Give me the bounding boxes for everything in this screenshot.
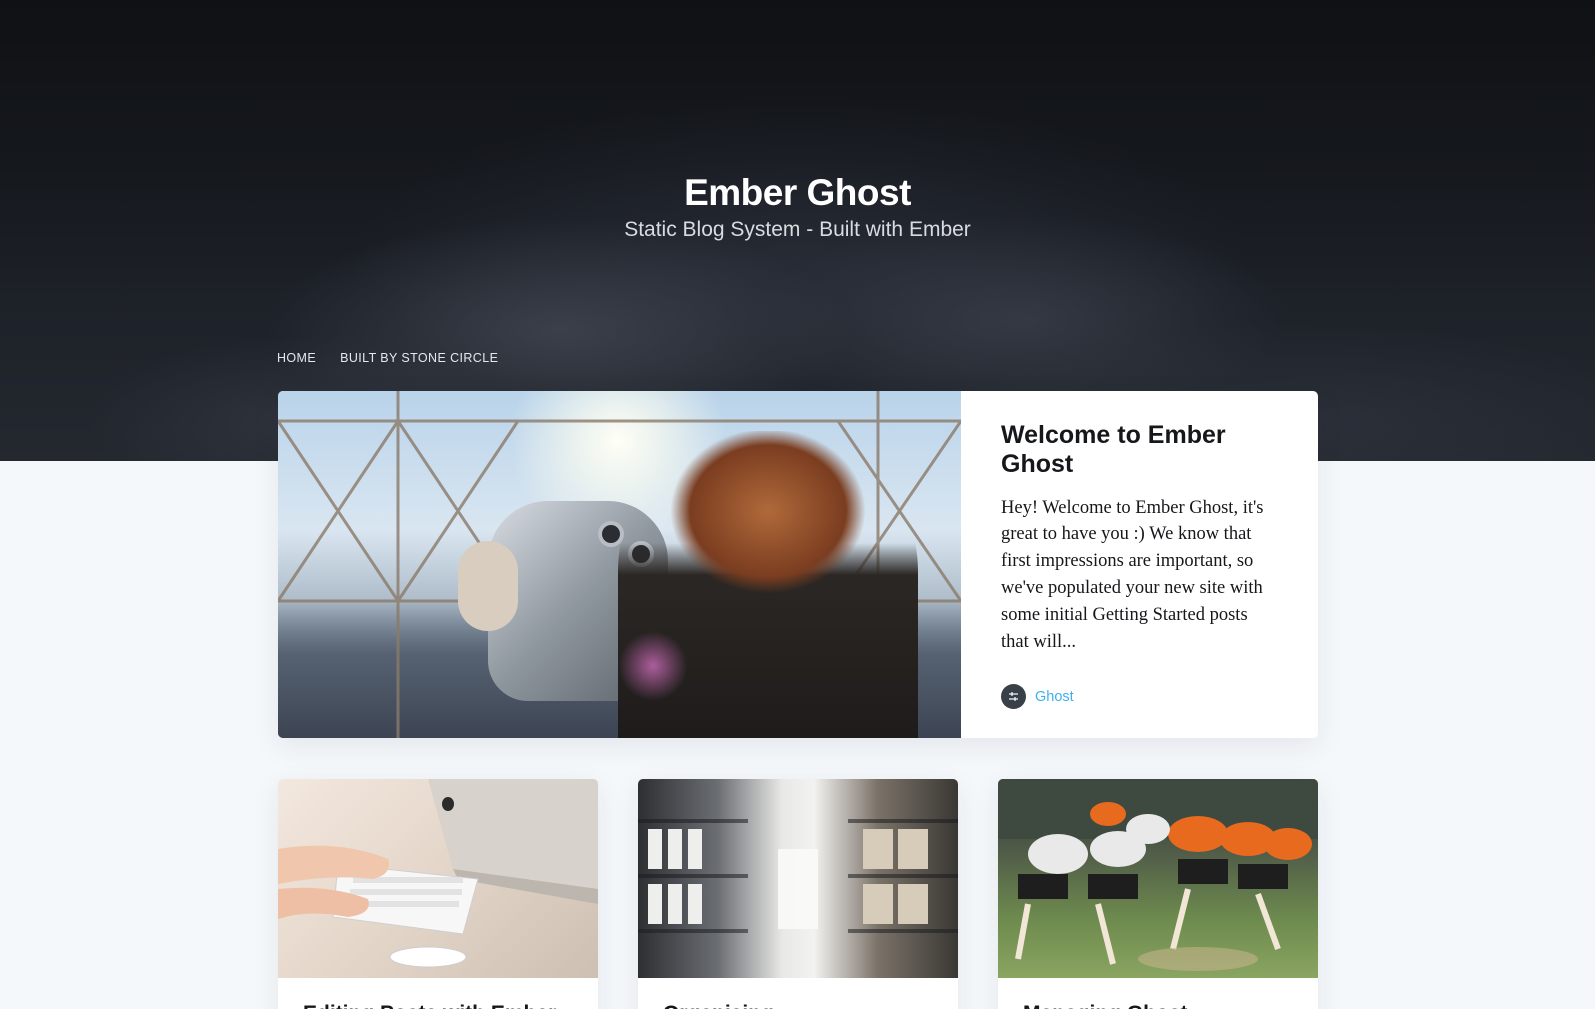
featured-post-title[interactable]: Welcome to Ember Ghost [1001,421,1278,479]
featured-post-card[interactable]: Welcome to Ember Ghost Hey! Welcome to E… [278,391,1318,738]
post-card-title[interactable]: Editing Posts with Ember [278,978,598,1009]
main-nav: HOME BUILT BY STONE CIRCLE [277,351,498,365]
featured-post-image[interactable] [278,391,961,738]
ghost-icon [1001,684,1026,709]
post-feed: Editing Posts with Ember [278,779,1318,1009]
post-tag[interactable]: Ghost [1001,684,1074,709]
post-card-title[interactable]: Managing Ghost [998,978,1318,1009]
site-description: Static Blog System - Built with Ember [624,218,971,241]
rugby-scrum [998,779,1318,971]
nav-item-home[interactable]: HOME [277,351,316,365]
nav-item-built-by[interactable]: BUILT BY STONE CIRCLE [340,351,498,365]
post-card-title[interactable]: Organising [638,978,958,1009]
post-card-image[interactable] [278,779,598,978]
site-title[interactable]: Ember Ghost [0,172,1595,214]
lens-flare [618,631,688,701]
post-card-image[interactable] [638,779,958,978]
featured-post-excerpt: Hey! Welcome to Ember Ghost, it's great … [1001,497,1264,652]
post-card[interactable]: Organising [638,779,958,1009]
desk-scene [278,779,598,968]
archive-shelves [638,819,958,933]
gloved-hand [458,541,518,631]
featured-post-content: Welcome to Ember Ghost Hey! Welcome to E… [961,391,1318,738]
tag-label[interactable]: Ghost [1035,689,1074,705]
post-card[interactable]: Editing Posts with Ember [278,779,598,1009]
post-card[interactable]: Managing Ghost [998,779,1318,1009]
post-card-image[interactable] [998,779,1318,978]
